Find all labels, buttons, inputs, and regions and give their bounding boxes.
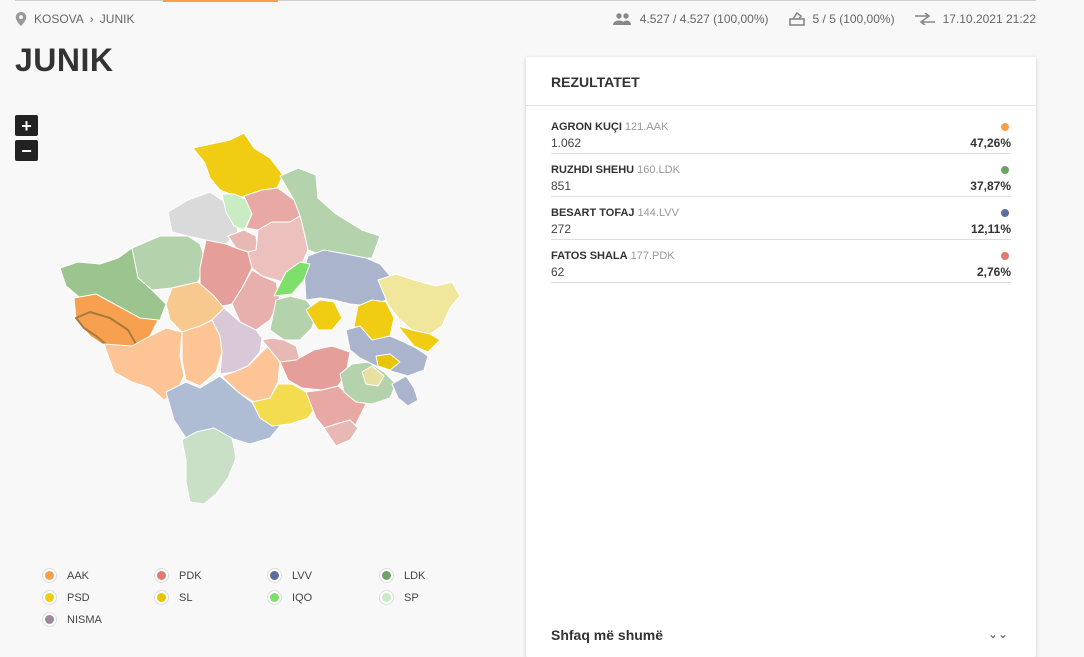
- legend-dot: [43, 569, 56, 582]
- page-title: JUNIK: [15, 42, 114, 78]
- people-icon: [612, 13, 631, 25]
- candidate-code: 160.LDK: [637, 164, 680, 176]
- legend-dot: [268, 569, 281, 582]
- candidate-votes: 1.062: [551, 136, 582, 150]
- stations-count: 5 / 5 (100,00%): [812, 12, 895, 26]
- result-row[interactable]: RUZHDI SHEHU 160.LDK 851 37,87%: [551, 160, 1011, 197]
- candidate-code: 177.PDK: [630, 250, 675, 262]
- breadcrumb-root-link[interactable]: KOSOVA: [34, 12, 84, 26]
- candidate-name-text: RUZHDI SHEHU: [551, 164, 635, 176]
- voters-count: 4.527 / 4.527 (100,00%): [639, 12, 769, 26]
- legend-dot: [380, 591, 393, 604]
- map-region-fushe-kosove[interactable]: [269, 295, 317, 341]
- legend-label: NISMA: [67, 613, 102, 626]
- stations-stat: 5 / 5 (100,00%): [788, 12, 895, 26]
- kosovo-municipality-map[interactable]: [55, 125, 475, 515]
- map-region-rahovec[interactable]: [181, 319, 223, 387]
- candidate-name-text: FATOS SHALA: [551, 250, 628, 262]
- legend-label: LDK: [404, 569, 426, 582]
- candidate-code: 144.LVV: [637, 207, 679, 219]
- legend-dot: [155, 591, 168, 604]
- legend-label: AAK: [67, 569, 90, 582]
- candidate-percentage: 37,87%: [970, 179, 1011, 193]
- legend-label: SP: [404, 591, 419, 604]
- legend-item[interactable]: PSD: [43, 591, 90, 604]
- legend-item[interactable]: LVV: [268, 569, 312, 582]
- legend-item[interactable]: PDK: [155, 569, 202, 582]
- result-row[interactable]: AGRON KUÇI 121.AAK 1.062 47,26%: [551, 117, 1011, 154]
- legend-dot: [155, 569, 168, 582]
- breadcrumb-current: JUNIK: [99, 12, 135, 26]
- result-row[interactable]: FATOS SHALA 177.PDK 62 2,76%: [551, 246, 1011, 283]
- legend-label: LVV: [292, 569, 312, 582]
- legend-item[interactable]: NISMA: [43, 613, 102, 626]
- candidate-votes: 851: [551, 179, 572, 193]
- swap-arrows-icon: [914, 13, 935, 25]
- candidate-votes: 62: [551, 265, 565, 279]
- candidate-name: FATOS SHALA 177.PDK: [551, 250, 675, 262]
- ballot-box-icon: [788, 12, 805, 26]
- candidate-percentage: 12,11%: [970, 222, 1011, 236]
- voters-stat: 4.527 / 4.527 (100,00%): [612, 12, 769, 26]
- breadcrumb: KOSOVA › JUNIK: [15, 11, 134, 27]
- legend-dot: [43, 613, 56, 626]
- map-region-kacanik[interactable]: [391, 375, 419, 407]
- show-more-button[interactable]: Shfaq më shumë: [551, 627, 663, 643]
- party-color-dot: [1001, 123, 1009, 131]
- panel-divider: [526, 105, 1036, 106]
- legend-item[interactable]: IQO: [268, 591, 312, 604]
- legend-dot: [380, 569, 393, 582]
- result-row[interactable]: BESART TOFAJ 144.LVV 272 12,11%: [551, 203, 1011, 240]
- candidate-name-text: BESART TOFAJ: [551, 207, 635, 219]
- party-color-dot: [1001, 252, 1009, 260]
- top-accent-bar: [163, 0, 278, 2]
- legend-label: SL: [179, 591, 193, 604]
- candidate-name: RUZHDI SHEHU 160.LDK: [551, 164, 680, 176]
- party-color-dot: [1001, 166, 1009, 174]
- candidate-name-text: AGRON KUÇI: [551, 121, 622, 133]
- candidate-name: AGRON KUÇI 121.AAK: [551, 121, 668, 133]
- updated-stat: 17.10.2021 21:22: [914, 12, 1036, 26]
- map-region-dragash[interactable]: [181, 427, 237, 505]
- zoom-in-button[interactable]: +: [15, 115, 38, 136]
- zoom-out-button[interactable]: −: [15, 140, 38, 161]
- location-pin-icon: [15, 12, 27, 26]
- legend-dot: [268, 591, 281, 604]
- candidate-percentage: 47,26%: [970, 136, 1011, 150]
- legend-item[interactable]: SL: [155, 591, 192, 604]
- party-color-dot: [1001, 209, 1009, 217]
- map-region-prishtina[interactable]: [303, 249, 393, 307]
- legend-item[interactable]: AAK: [43, 569, 89, 582]
- legend-item[interactable]: LDK: [380, 569, 425, 582]
- stats-bar: 4.527 / 4.527 (100,00%) 5 / 5 (100,00%) …: [592, 11, 1036, 27]
- chevron-right-icon: ›: [89, 12, 94, 26]
- expand-icon[interactable]: ⌄⌄: [988, 627, 1008, 641]
- legend-label: IQO: [292, 591, 313, 604]
- legend-label: PSD: [67, 591, 90, 604]
- legend-item[interactable]: SP: [380, 591, 419, 604]
- candidate-code: 121.AAK: [624, 121, 669, 133]
- candidate-name: BESART TOFAJ 144.LVV: [551, 207, 679, 219]
- legend-label: PDK: [179, 569, 202, 582]
- map-region-leposavic[interactable]: [192, 132, 284, 199]
- results-panel: REZULTATET AGRON KUÇI 121.AAK 1.062 47,26…: [526, 57, 1036, 657]
- results-panel-title: REZULTATET: [551, 74, 640, 90]
- updated-time: 17.10.2021 21:22: [942, 12, 1036, 26]
- candidate-percentage: 2,76%: [976, 265, 1011, 279]
- legend-dot: [43, 591, 56, 604]
- candidate-votes: 272: [551, 222, 572, 236]
